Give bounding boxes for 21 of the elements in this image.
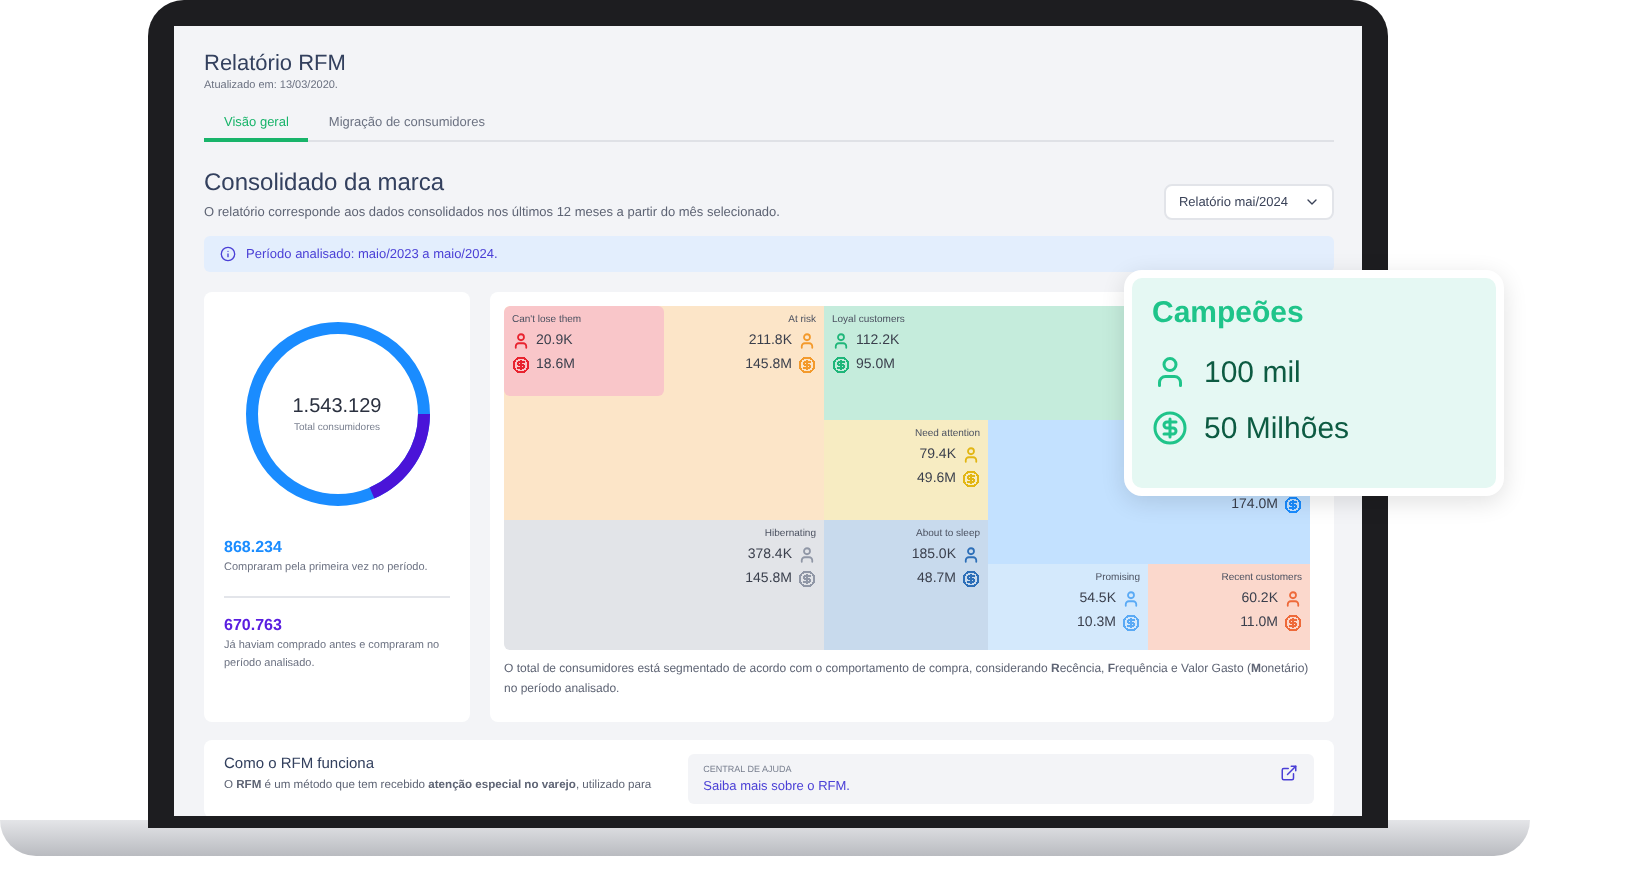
chevron-down-icon — [1304, 194, 1320, 210]
popover-money: 50 Milhões — [1204, 411, 1350, 445]
total-value: 1.543.129 — [292, 395, 382, 417]
person-icon — [1284, 590, 1302, 608]
person-icon — [962, 546, 980, 564]
dollar-icon — [1152, 410, 1188, 446]
person-icon — [512, 332, 530, 350]
info-icon — [220, 246, 236, 262]
person-icon — [1122, 590, 1140, 608]
section-title: Consolidado da marca — [204, 168, 447, 196]
page-title: Relatório RFM — [204, 52, 348, 76]
popover-title: Campeões — [1152, 296, 1306, 330]
external-link-icon[interactable] — [1280, 764, 1298, 782]
stat-value: 670.763 — [224, 615, 284, 634]
stat-value: 868.234 — [224, 538, 284, 556]
person-icon — [1152, 354, 1188, 390]
person-icon — [962, 446, 980, 464]
person-icon — [798, 546, 816, 564]
person-icon — [798, 332, 816, 350]
person-icon — [832, 332, 850, 350]
popover-count: 100 mil — [1204, 355, 1301, 389]
